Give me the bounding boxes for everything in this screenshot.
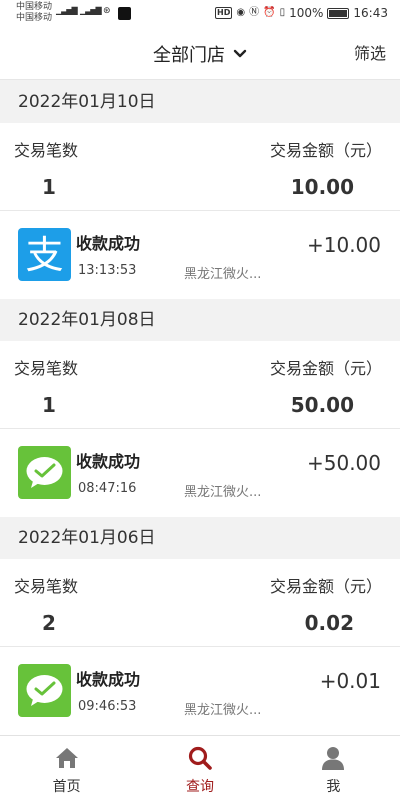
transaction-store: 黑龙江微火... (184, 267, 262, 282)
transaction-store: 黑龙江微火... (184, 703, 262, 718)
transaction-count: 1 (42, 393, 56, 417)
transaction-time: 09:46:53 (78, 699, 137, 714)
transaction-amount: +50.00 (306, 451, 381, 475)
amount-label: 交易金额（元） (269, 577, 382, 596)
wechat-pay-icon (18, 446, 71, 499)
date-header: 2022年01月06日 (0, 517, 400, 559)
transaction-time: 08:47:16 (78, 481, 137, 496)
battery-percent: 100% (289, 6, 324, 20)
transaction-total: 0.02 (304, 611, 354, 635)
transaction-status: 收款成功 (76, 670, 141, 689)
date-header: 2022年01月08日 (0, 299, 400, 341)
status-bar: 中国移动 中国移动 ▁▃▅▇ ▁▃▅▇ ⊛ HD ◉ Ⓝ ⏰ ▯ 100% 16… (0, 0, 400, 28)
date-group: 2022年01月08日 交易笔数 交易金额（元） 1 50.00 收款成功 08… (0, 299, 400, 517)
user-icon (322, 747, 345, 770)
header: 全部门店 筛选 (0, 28, 400, 80)
nav-item-me[interactable]: 我 (267, 736, 400, 800)
nav-label-home: 首页 (52, 779, 81, 795)
day-summary: 交易笔数 交易金额（元） 1 50.00 (0, 341, 400, 429)
carrier-label-1: 中国移动 (16, 2, 53, 12)
carrier-label-2: 中国移动 (16, 13, 53, 23)
date-group: 2022年01月06日 交易笔数 交易金额（元） 2 0.02 收款成功 09:… (0, 517, 400, 735)
count-label: 交易笔数 (14, 577, 79, 596)
day-summary: 交易笔数 交易金额（元） 2 0.02 (0, 559, 400, 647)
carrier-info: 中国移动 中国移动 (16, 2, 52, 24)
transaction-store: 黑龙江微火... (184, 485, 262, 500)
store-selector[interactable]: 全部门店 (0, 28, 400, 80)
bottom-nav: 首页 查询 我 (0, 735, 400, 800)
transaction-amount: +10.00 (306, 233, 381, 257)
nav-item-query[interactable]: 查询 (133, 736, 266, 800)
chevron-down-icon (233, 49, 247, 58)
wechat-pay-icon (18, 664, 71, 717)
filter-button[interactable]: 筛选 (354, 28, 386, 80)
signal-icon: ▁▃▅▇ (80, 6, 102, 15)
notification-icon: ⊛ (103, 6, 110, 16)
nfc-icon: Ⓝ (249, 7, 260, 18)
eye-icon: ◉ (236, 7, 246, 18)
svg-text:支: 支 (25, 233, 63, 277)
alipay-icon: 支 (18, 228, 71, 281)
count-label: 交易笔数 (14, 141, 79, 160)
store-title: 全部门店 (153, 45, 225, 66)
home-icon (55, 748, 78, 768)
date-group: 2022年01月10日 交易笔数 交易金额（元） 1 10.00 支 收款成功 … (0, 81, 400, 299)
transaction-row[interactable]: 收款成功 09:46:53 黑龙江微火... +0.01 (0, 647, 400, 735)
vibrate-icon: ▯ (279, 7, 286, 18)
count-label: 交易笔数 (14, 359, 79, 378)
amount-label: 交易金额（元） (269, 141, 382, 160)
transaction-list[interactable]: 2022年01月10日 交易笔数 交易金额（元） 1 10.00 支 收款成功 … (0, 81, 400, 735)
nav-item-home[interactable]: 首页 (0, 736, 133, 800)
battery-icon (327, 7, 350, 19)
transaction-status: 收款成功 (76, 452, 141, 471)
transaction-row[interactable]: 收款成功 08:47:16 黑龙江微火... +50.00 (0, 429, 400, 517)
signal-icon: ▁▃▅▇ (56, 6, 78, 15)
date-header: 2022年01月10日 (0, 81, 400, 123)
app-notification-icon (118, 7, 131, 20)
alarm-icon: ⏰ (263, 7, 276, 18)
transaction-row[interactable]: 支 收款成功 13:13:53 黑龙江微火... +10.00 (0, 211, 400, 299)
transaction-time: 13:13:53 (78, 263, 137, 278)
transaction-count: 2 (42, 611, 56, 635)
transaction-count: 1 (42, 175, 56, 199)
transaction-status: 收款成功 (76, 234, 141, 253)
search-icon (188, 746, 212, 770)
amount-label: 交易金额（元） (269, 359, 382, 378)
hd-icon: HD (215, 7, 233, 19)
transaction-total: 50.00 (290, 393, 354, 417)
nav-label-query: 查询 (185, 779, 214, 795)
nav-label-me: 我 (326, 779, 341, 795)
transaction-total: 10.00 (290, 175, 354, 199)
clock: 16:43 (353, 6, 388, 20)
day-summary: 交易笔数 交易金额（元） 1 10.00 (0, 123, 400, 211)
status-indicators: HD ◉ Ⓝ ⏰ ▯ 100% 16:43 (215, 6, 388, 20)
transaction-amount: +0.01 (319, 669, 381, 693)
